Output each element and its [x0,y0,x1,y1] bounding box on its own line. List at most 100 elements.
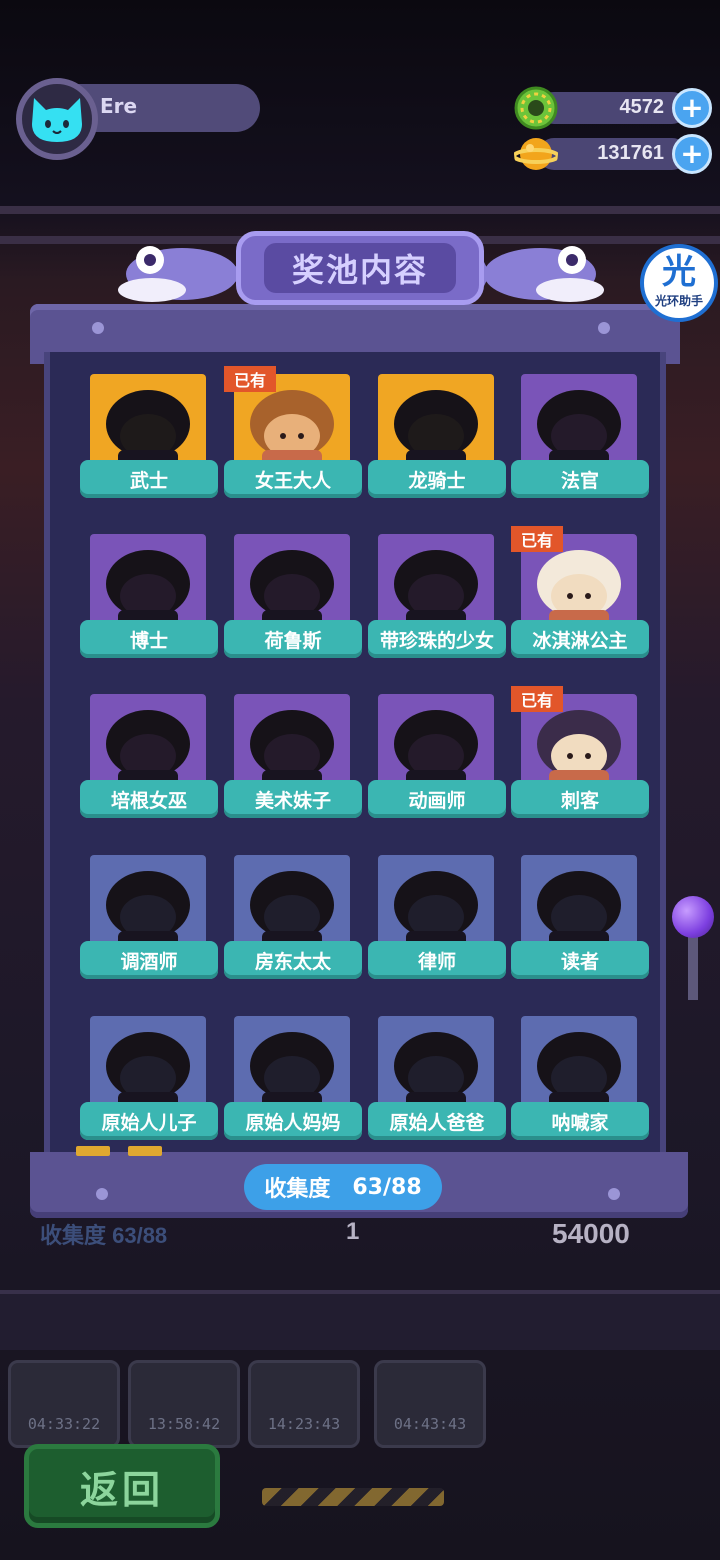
rivet [92,322,104,334]
character-name: 律师 [417,950,456,973]
character-card[interactable]: 原始人儿子 [80,1016,218,1142]
character-silhouette-icon [250,550,334,626]
character-card[interactable]: 读者 [511,855,649,981]
background-ticket-count: 1 [346,1218,360,1245]
collection-value: 63/88 [352,1174,422,1200]
character-name: 培根女巫 [110,789,187,812]
fish-decoration-icon [480,246,604,302]
character-silhouette-icon [394,390,478,466]
character-card[interactable]: 房东太太 [224,855,362,981]
character-portrait-icon [537,710,621,786]
scroll-indicator [76,1146,110,1156]
character-portrait-icon [250,390,334,466]
character-silhouette-icon [106,550,190,626]
character-name-label: 动画师 [368,780,506,818]
hazard-stripe [262,1488,444,1506]
character-name: 女王大人 [254,469,331,492]
owned-badge: 已有 [511,526,563,552]
character-silhouette-icon [250,1032,334,1108]
character-card[interactable]: 龙骑士 [368,374,506,500]
background-slot: 14:23:43 [248,1360,360,1448]
character-name: 动画师 [408,789,466,812]
modal-title: 奖池内容 [291,251,428,289]
currency-planet: 131761 + [514,132,712,176]
character-name: 武士 [129,469,168,492]
owned-badge-text: 已有 [520,691,553,710]
currency-donut-value: 4572 [619,96,665,118]
character-silhouette-icon [537,390,621,466]
character-name-label: 读者 [511,941,649,979]
add-planet-button[interactable]: + [672,134,712,174]
character-card[interactable]: 动画师 [368,694,506,820]
character-name: 原始人妈妈 [245,1111,341,1134]
character-name-label: 武士 [80,460,218,498]
background-counter-bar [0,1290,720,1350]
character-card[interactable]: 法官 [511,374,649,500]
character-card[interactable]: 带珍珠的少女 [368,534,506,660]
character-name-label: 培根女巫 [80,780,218,818]
character-silhouette-icon [394,1032,478,1108]
owned-badge-text: 已有 [233,371,266,390]
character-card[interactable]: 律师 [368,855,506,981]
character-card[interactable]: 原始人妈妈 [224,1016,362,1142]
character-silhouette-icon [537,1032,621,1108]
character-card[interactable]: 培根女巫 [80,694,218,820]
character-name: 房东太太 [254,950,331,973]
character-name: 美术妹子 [254,789,331,812]
character-card[interactable]: 博士 [80,534,218,660]
back-button-label: 返回 [79,1467,164,1512]
rivet [598,322,610,334]
character-card[interactable]: 原始人爸爸 [368,1016,506,1142]
currency-pill [538,92,688,124]
character-silhouette-icon [394,550,478,626]
character-name-label: 带珍珠的少女 [368,620,506,658]
currency-donut: 4572 + [514,86,712,130]
character-name: 博士 [129,629,168,652]
add-donut-button[interactable]: + [672,88,712,128]
character-name-label: 房东太太 [224,941,362,979]
character-name: 呐喊家 [551,1111,609,1134]
helper-assistant-button[interactable]: 光 光环助手 [640,244,718,322]
character-name: 读者 [560,950,599,973]
background-slot: 04:43:43 [374,1360,486,1448]
character-card[interactable]: 美术妹子 [224,694,362,820]
green-donut-coin-icon [514,86,558,130]
character-name-label: 女王大人 [224,460,362,498]
divider [0,206,720,214]
character-name: 荷鲁斯 [264,629,322,652]
character-silhouette-icon [106,1032,190,1108]
player-avatar[interactable] [16,78,98,160]
character-silhouette-icon [394,871,478,947]
character-name: 龙骑士 [408,469,466,492]
rivet [96,1188,108,1200]
character-name-label: 冰淇淋公主 [511,620,649,658]
lever-knob[interactable] [672,896,714,938]
background-price: 54000 [552,1218,630,1249]
character-card[interactable]: 冰淇淋公主 已有 [511,526,649,660]
character-name: 冰淇淋公主 [532,629,628,652]
character-name: 刺客 [560,789,599,812]
character-name-label: 律师 [368,941,506,979]
character-name-label: 荷鲁斯 [224,620,362,658]
gold-planet-coin-icon [514,138,558,170]
prize-pool-grid[interactable]: 武士 女王大人 已有 龙骑士 法官 博士 荷鲁斯 带珍珠的少女 冰淇淋公主 已有 培根女巫 美术妹子动… [44,352,666,1160]
background-slot: 13:58:42 [128,1360,240,1448]
character-name: 法官 [560,469,599,492]
character-card[interactable]: 武士 [80,374,218,500]
character-name-label: 原始人爸爸 [368,1102,506,1140]
character-name: 带珍珠的少女 [379,629,494,652]
character-card[interactable]: 呐喊家 [511,1016,649,1142]
back-button[interactable]: 返回 [24,1444,220,1528]
character-silhouette-icon [250,710,334,786]
helper-label: 光环助手 [654,294,703,308]
character-card[interactable]: 女王大人 已有 [224,366,362,500]
background-slot: 04:33:22 [8,1360,120,1448]
character-silhouette-icon [106,871,190,947]
character-name-label: 刺客 [511,780,649,818]
character-card[interactable]: 刺客 已有 [511,686,649,820]
character-silhouette-icon [106,710,190,786]
character-card[interactable]: 荷鲁斯 [224,534,362,660]
character-name-label: 美术妹子 [224,780,362,818]
owned-badge-text: 已有 [520,531,553,550]
character-card[interactable]: 调酒师 [80,855,218,981]
